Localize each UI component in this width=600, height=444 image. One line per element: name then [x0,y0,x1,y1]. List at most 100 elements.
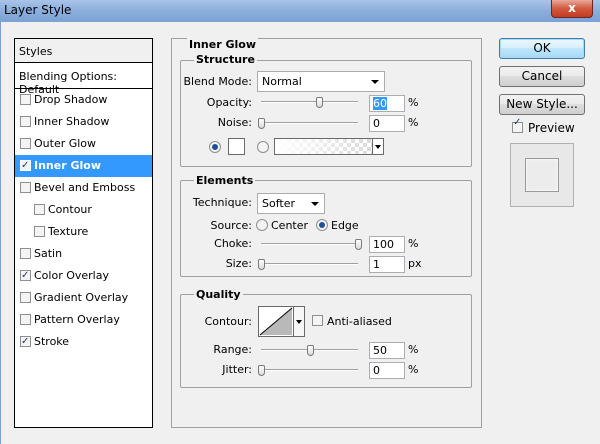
style-checkbox[interactable] [20,248,31,259]
styles-header[interactable]: Styles [15,39,152,63]
source-edge-label[interactable]: Edge [331,219,359,232]
title-bar[interactable]: Layer Style x [0,0,600,22]
source-center-label[interactable]: Center [271,219,308,232]
jitter-input[interactable]: 0 [369,362,405,379]
ok-button[interactable]: OK [499,38,585,59]
blending-options[interactable]: Blending Options: Default [15,63,152,96]
style-preview [510,143,574,207]
opacity-input[interactable]: 60 [369,95,405,112]
anti-aliased-checkbox[interactable] [312,315,323,326]
size-label: Size: [225,257,252,270]
style-item-label: Stroke [34,335,70,348]
cancel-button[interactable]: Cancel [499,66,585,87]
anti-aliased-label[interactable]: Anti-aliased [327,315,392,328]
choke-slider-thumb[interactable] [355,239,362,250]
chevron-down-icon[interactable] [372,139,383,154]
style-checkbox[interactable] [20,292,31,303]
style-preview-swatch [525,158,559,192]
choke-input[interactable]: 100 [369,236,405,253]
range-input[interactable]: 50 [369,342,405,359]
gradient-radio[interactable] [257,141,269,153]
size-slider[interactable] [261,263,358,265]
style-checkbox[interactable] [20,331,31,353]
style-item-label: Drop Shadow [34,93,108,106]
style-item-label: Contour [48,203,92,216]
style-checkbox[interactable] [20,182,31,193]
opacity-slider[interactable] [261,101,358,103]
style-item-inner-shadow[interactable]: Inner Shadow [15,111,152,133]
style-item-label: Inner Glow [34,159,101,172]
contour-curve-icon [259,307,293,336]
gradient-preview [275,139,383,154]
style-item-label: Pattern Overlay [34,313,120,326]
new-style-button[interactable]: New Style... [499,94,585,115]
style-item-color-overlay[interactable]: Color Overlay [15,265,152,287]
noise-unit: % [408,116,419,129]
source-label: Source: [210,219,253,232]
style-item-texture[interactable]: Texture [15,221,152,243]
style-item-drop-shadow[interactable]: Drop Shadow [15,89,152,111]
style-item-bevel-and-emboss[interactable]: Bevel and Emboss [15,177,152,199]
style-checkbox[interactable] [20,155,31,177]
style-item-satin[interactable]: Satin [15,243,152,265]
jitter-slider[interactable] [261,369,358,371]
size-unit: px [408,257,422,270]
style-item-outer-glow[interactable]: Outer Glow [15,133,152,155]
style-item-label: Satin [34,247,63,260]
close-button[interactable]: x [551,0,593,18]
preview-label[interactable]: Preview [528,121,575,135]
technique-dropdown[interactable]: Softer [257,193,325,214]
jitter-slider-thumb[interactable] [258,365,265,376]
glow-color-swatch[interactable] [228,138,245,155]
style-item-pattern-overlay[interactable]: Pattern Overlay [15,309,152,331]
style-item-label: Bevel and Emboss [34,181,136,194]
style-checkbox[interactable] [20,314,31,325]
quality-title: Quality [194,288,243,301]
style-item-gradient-overlay[interactable]: Gradient Overlay [15,287,152,309]
style-item-label: Gradient Overlay [34,291,129,304]
style-item-stroke[interactable]: Stroke [15,331,152,353]
style-item-inner-glow[interactable]: Inner Glow [15,155,152,177]
noise-slider[interactable] [261,122,358,124]
choke-slider[interactable] [261,243,358,245]
panel-title: Inner Glow [187,38,258,51]
source-edge-radio[interactable] [316,219,328,231]
jitter-label: Jitter: [222,363,252,376]
style-item-label: Color Overlay [34,269,109,282]
range-label: Range: [213,343,252,356]
contour-picker[interactable] [258,306,294,337]
styles-list: Styles Blending Options: Default Drop Sh… [14,38,153,428]
opacity-slider-thumb[interactable] [316,97,324,108]
source-center-radio[interactable] [256,219,268,231]
preview-checkbox[interactable] [512,117,523,133]
blend-mode-label: Blend Mode: [183,75,253,88]
range-slider-thumb[interactable] [306,345,314,356]
chevron-down-icon [371,80,379,84]
style-checkbox[interactable] [34,226,45,237]
gradient-picker[interactable] [274,138,384,155]
noise-slider-thumb[interactable] [258,118,265,129]
structure-title: Structure [194,53,257,66]
style-item-label: Outer Glow [34,137,97,150]
blend-mode-value: Normal [262,75,302,88]
style-checkbox[interactable] [20,116,31,127]
style-checkbox[interactable] [20,138,31,149]
opacity-value: 60 [373,97,387,110]
opacity-unit: % [408,96,419,109]
color-radio[interactable] [209,141,221,153]
size-input[interactable]: 1 [369,256,405,273]
style-item-contour[interactable]: Contour [15,199,152,221]
noise-input[interactable]: 0 [369,115,405,132]
close-icon: x [568,1,576,15]
chevron-down-icon [311,202,319,206]
blend-mode-dropdown[interactable]: Normal [257,71,385,92]
size-slider-thumb[interactable] [258,259,265,270]
style-checkbox[interactable] [20,265,31,287]
style-checkbox[interactable] [20,94,31,105]
contour-dropdown-arrow[interactable] [294,306,305,337]
elements-title: Elements [194,174,256,187]
style-checkbox[interactable] [34,204,45,215]
style-item-label: Texture [48,225,89,238]
choke-unit: % [408,237,419,250]
jitter-unit: % [408,363,419,376]
